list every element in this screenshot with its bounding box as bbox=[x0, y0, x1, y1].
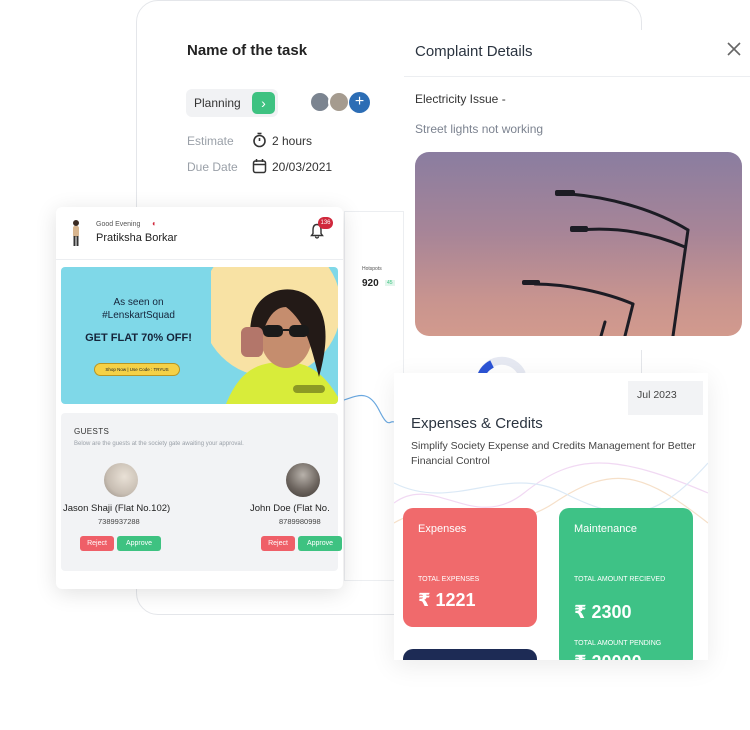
promo-banner[interactable]: As seen on #LenskartSquad GET FLAT 70% O… bbox=[61, 267, 338, 404]
divider bbox=[404, 76, 750, 77]
expenses-card: Jul 2023 Expenses & Credits Simplify Soc… bbox=[394, 373, 708, 660]
street-light-photo bbox=[415, 152, 742, 336]
carousel-indicator[interactable] bbox=[293, 385, 325, 393]
guest-photo bbox=[104, 463, 138, 497]
chevron-right-icon[interactable]: › bbox=[252, 92, 275, 114]
promo-line-1: As seen on bbox=[113, 297, 164, 308]
divider bbox=[56, 259, 343, 260]
tile-label: TOTAL EXPENSES bbox=[418, 576, 480, 583]
expenses-subtitle: Simplify Society Expense and Credits Man… bbox=[411, 440, 696, 467]
approve-button[interactable]: Approve bbox=[117, 536, 161, 551]
due-date-value: 20/03/2021 bbox=[272, 160, 333, 174]
assignee-avatar[interactable] bbox=[328, 91, 350, 113]
approve-button[interactable]: Approve bbox=[298, 536, 342, 551]
shop-now-button[interactable]: Shop Now | Use Code : TRYUS bbox=[94, 363, 180, 376]
promo-model-image bbox=[211, 267, 338, 404]
tile-value: ₹ 2300 bbox=[574, 602, 632, 622]
tile-pending-label: TOTAL AMOUNT PENDING bbox=[574, 640, 662, 647]
expenses-title: Expenses & Credits bbox=[411, 415, 543, 432]
guest-name: Jason Shaji (Flat No.102) bbox=[63, 503, 171, 514]
calendar-icon bbox=[252, 158, 267, 177]
tile-label: TOTAL AMOUNT RECIEVED bbox=[574, 576, 666, 583]
credits-tile[interactable] bbox=[403, 649, 537, 660]
guests-section: GUESTS Below are the guests at the socie… bbox=[61, 413, 342, 571]
complaint-title: Complaint Details bbox=[415, 43, 533, 60]
guest-phone: 8789980998 bbox=[279, 517, 321, 526]
task-title: Name of the task bbox=[187, 42, 308, 59]
guests-subtitle: Below are the guests at the society gate… bbox=[74, 441, 244, 447]
guest-photo bbox=[286, 463, 320, 497]
hotspots-value: 920 bbox=[362, 278, 379, 289]
tile-value: ₹ 1221 bbox=[418, 590, 476, 610]
guest-phone: 7389937288 bbox=[98, 517, 140, 526]
stopwatch-icon bbox=[252, 132, 267, 151]
status-label: Planning bbox=[194, 96, 241, 110]
estimate-label: Estimate bbox=[187, 134, 234, 148]
complaint-panel: Complaint Details Electricity Issue - St… bbox=[404, 30, 750, 350]
due-date-label: Due Date bbox=[187, 160, 238, 174]
complaint-issue: Electricity Issue - bbox=[415, 92, 506, 106]
tile-heading: Maintenance bbox=[574, 523, 637, 535]
promo-offer: GET FLAT 70% OFF! bbox=[85, 332, 192, 344]
month-selector[interactable]: Jul 2023 bbox=[628, 381, 703, 415]
hotspots-badge: 45 bbox=[385, 280, 395, 286]
tile-pending-value: ₹ 20000 bbox=[574, 652, 642, 660]
plus-icon[interactable]: + bbox=[349, 92, 370, 113]
reject-button[interactable]: Reject bbox=[80, 536, 114, 551]
avatar[interactable] bbox=[69, 219, 83, 247]
maintenance-tile[interactable]: Maintenance TOTAL AMOUNT RECIEVED ₹ 2300… bbox=[559, 508, 693, 660]
notification-badge: 136 bbox=[318, 217, 333, 229]
trend-line bbox=[344, 395, 394, 424]
mobile-app-card: Good Evening ◐ Pratiksha Borkar 136 As s… bbox=[56, 207, 343, 589]
tile-heading: Expenses bbox=[418, 523, 467, 535]
greeting-text: Good Evening bbox=[96, 221, 141, 228]
guest-name: John Doe (Flat No. bbox=[250, 503, 330, 514]
reject-button[interactable]: Reject bbox=[261, 536, 295, 551]
moon-icon: ◐ bbox=[152, 219, 157, 228]
complaint-description: Street lights not working bbox=[415, 122, 544, 136]
promo-line-2: #LenskartSquad bbox=[102, 310, 175, 321]
user-name: Pratiksha Borkar bbox=[96, 232, 178, 244]
close-icon[interactable] bbox=[727, 40, 741, 61]
status-dropdown[interactable]: Planning › bbox=[186, 89, 278, 117]
guests-title: GUESTS bbox=[74, 427, 110, 436]
expenses-tile[interactable]: Expenses TOTAL EXPENSES ₹ 1221 bbox=[403, 508, 537, 627]
hotspots-label: Hotspots bbox=[362, 266, 382, 272]
estimate-value: 2 hours bbox=[272, 134, 313, 148]
